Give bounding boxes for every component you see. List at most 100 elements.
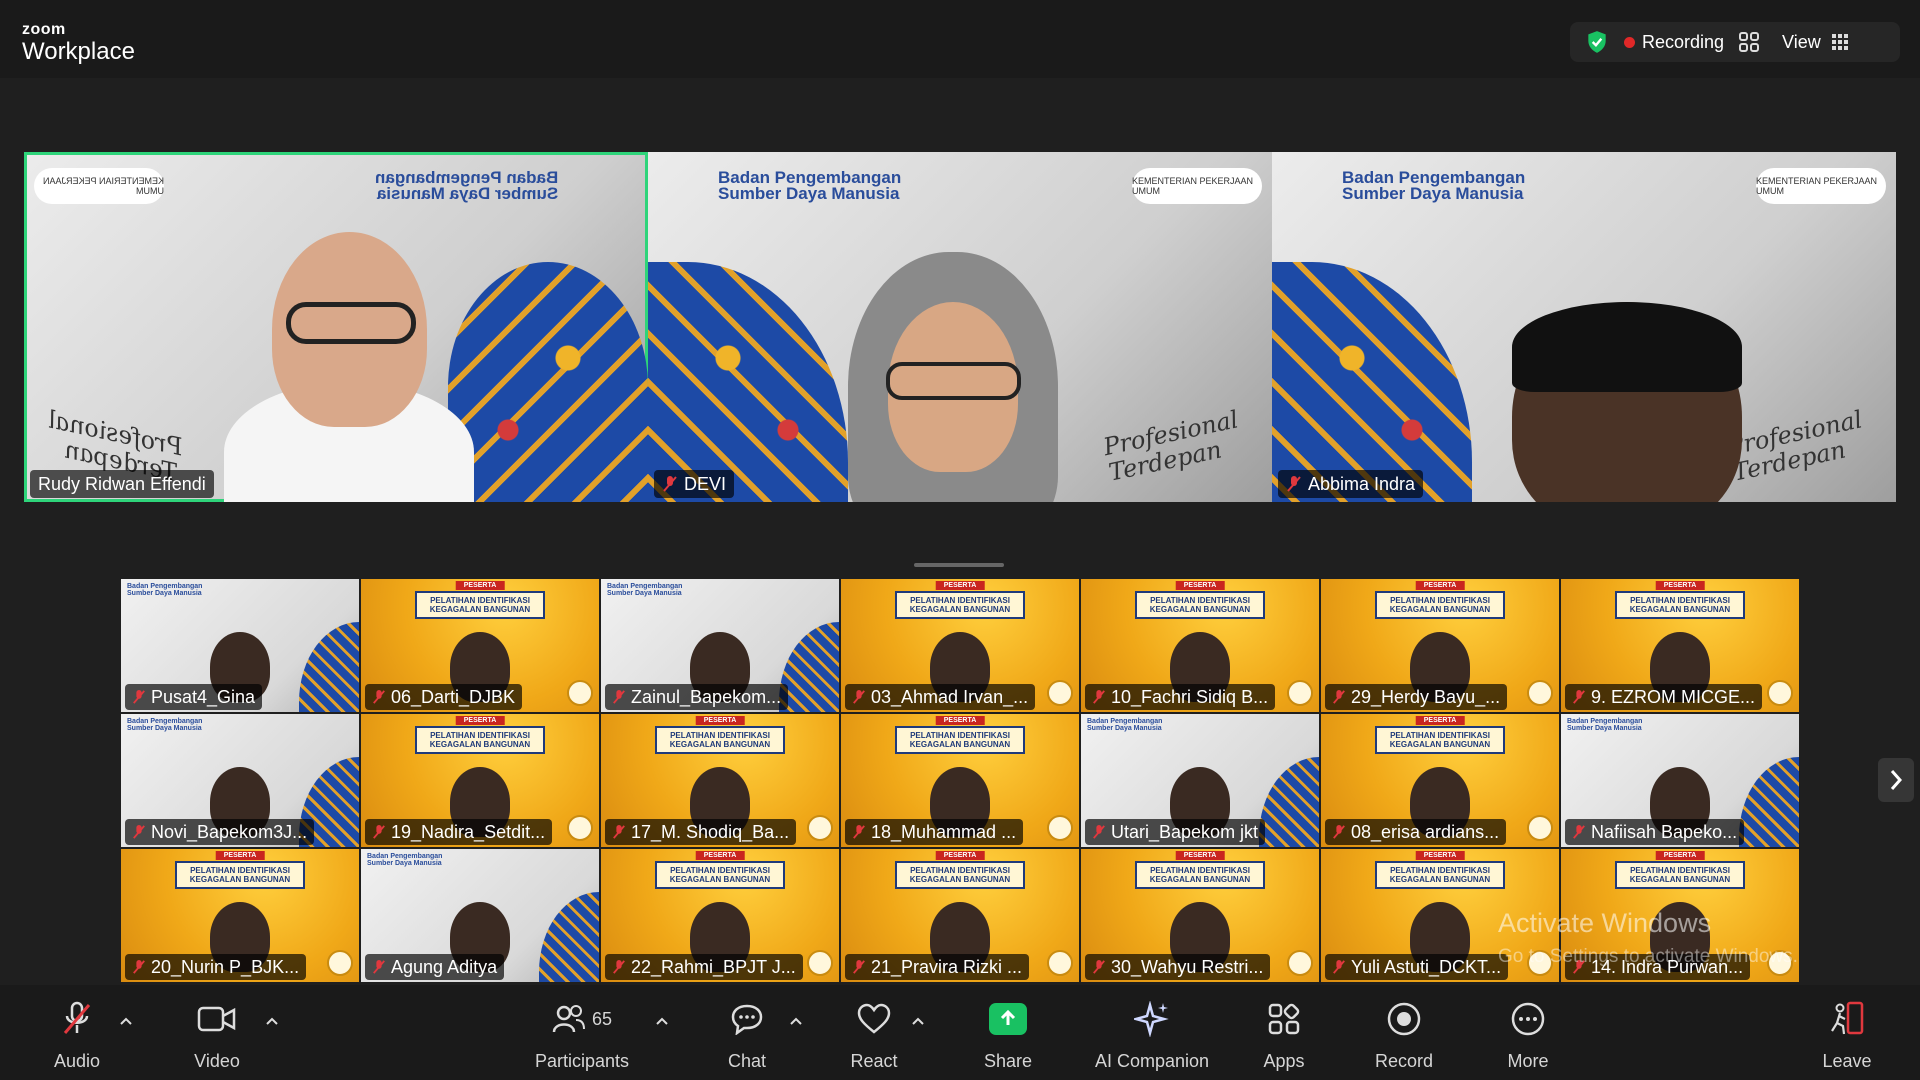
leave-button[interactable]: Leave	[1792, 999, 1902, 1072]
participant-tile[interactable]: PESERTA PELATIHAN IDENTIFIKASI KEGAGALAN B…	[1320, 578, 1560, 713]
audio-options-caret-icon[interactable]	[118, 1015, 134, 1027]
participant-tile[interactable]: Badan Pengembangan Sumber Daya Manusia Pus…	[120, 578, 360, 713]
banner-line1: PELATIHAN IDENTIFIKASI	[910, 866, 1010, 875]
banner-line2: KEGAGALAN BANGUNAN	[1389, 875, 1491, 884]
react-button[interactable]: React	[819, 999, 929, 1072]
participant-name-label: 17_M. Shodiq_Ba...	[605, 819, 797, 845]
zoom-workplace-logo: zoom Workplace	[22, 22, 135, 66]
ministry-seal-icon	[1047, 815, 1073, 841]
video-options-caret-icon[interactable]	[264, 1015, 280, 1027]
record-button[interactable]: Record	[1349, 999, 1459, 1072]
ministry-seal-icon	[807, 815, 833, 841]
apps-button[interactable]: Apps	[1229, 999, 1339, 1072]
chat-options-caret-icon[interactable]	[788, 1015, 804, 1027]
banner-line2: KEGAGALAN BANGUNAN	[909, 740, 1011, 749]
participant-tile[interactable]: Badan Pengembangan Sumber Daya Manusia Naf…	[1560, 713, 1800, 848]
participant-tile[interactable]: PESERTA PELATIHAN IDENTIFIKASI KEGAGALAN B…	[600, 848, 840, 983]
recording-indicator[interactable]: Recording	[1624, 32, 1724, 53]
participant-tile[interactable]: PESERTA PELATIHAN IDENTIFIKASI KEGAGALAN B…	[1080, 578, 1320, 713]
next-page-button[interactable]	[1878, 758, 1914, 802]
participant-tile[interactable]: Badan Pengembangan Sumber Daya Manusia Uta…	[1080, 713, 1320, 848]
participant-name-label: 10_Fachri Sidiq B...	[1085, 684, 1276, 710]
speaker-name: DEVI	[684, 473, 727, 494]
participants-options-caret-icon[interactable]	[654, 1015, 670, 1027]
participant-tile[interactable]: Badan Pengembangan Sumber Daya Manusia Nov…	[120, 713, 360, 848]
motto-signature: Profesional Terdepan	[1101, 405, 1246, 486]
peserta-tag: PESERTA	[935, 851, 985, 860]
participant-tile[interactable]: PESERTA PELATIHAN IDENTIFIKASI KEGAGALAN B…	[360, 713, 600, 848]
banner-line2: KEGAGALAN BANGUNAN	[1629, 605, 1731, 614]
mic-off-icon	[853, 960, 865, 974]
speaker-tile-1[interactable]: KEMENTERIAN PEKERJAAN UMUM Badan Pengemb…	[24, 152, 648, 502]
ai-companion-label: AI Companion	[1094, 1051, 1210, 1071]
participant-tile[interactable]: PESERTA PELATIHAN IDENTIFIKASI KEGAGALAN B…	[840, 713, 1080, 848]
participant-tile[interactable]: Badan Pengembangan Sumber Daya Manusia Agu…	[360, 848, 600, 983]
participant-tile[interactable]: PESERTA PELATIHAN IDENTIFIKASI KEGAGALAN B…	[120, 848, 360, 983]
participant-tile[interactable]: PESERTA PELATIHAN IDENTIFIKASI KEGAGALAN B…	[360, 578, 600, 713]
participant-name: Novi_Bapekom3J...	[151, 821, 308, 842]
peserta-tag: PESERTA	[935, 716, 985, 725]
participant-name: 08_erisa ardians...	[1351, 821, 1500, 842]
ministry-logo-text: KEMENTERIAN PEKERJAAN UMUM	[42, 176, 164, 196]
participant-name: 10_Fachri Sidiq B...	[1111, 686, 1269, 707]
meeting-toolbar: Audio Video 65 Participants Chat React S…	[0, 985, 1920, 1080]
org-line2: Sumber Daya Manusia	[1087, 725, 1162, 732]
chat-button[interactable]: Chat	[692, 999, 802, 1072]
participants-button[interactable]: 65 Participants	[527, 999, 637, 1072]
org-line2: Sumber Daya Manusia	[127, 590, 202, 597]
banner-line1: PELATIHAN IDENTIFIKASI	[1390, 731, 1490, 740]
react-label: React	[850, 1051, 898, 1071]
speaker-name-label: Abbima Indra	[1278, 470, 1424, 498]
speaker-tile-2[interactable]: Badan Pengembangan Sumber Daya Manusia K…	[648, 152, 1272, 502]
org-line2: Sumber Daya Manusia	[376, 184, 558, 203]
share-button[interactable]: Share	[953, 999, 1063, 1072]
banner-line2: KEGAGALAN BANGUNAN	[669, 875, 771, 884]
banner-line1: PELATIHAN IDENTIFIKASI	[430, 596, 530, 605]
participant-name-label: Novi_Bapekom3J...	[125, 819, 315, 845]
shield-check-icon[interactable]	[1584, 29, 1610, 55]
participant-name-label: Nafiisah Bapeko...	[1565, 819, 1745, 845]
ministry-seal-icon	[567, 815, 593, 841]
recording-label: Recording	[1642, 31, 1725, 52]
strip-resize-handle[interactable]	[914, 563, 1004, 567]
view-button[interactable]: View	[1782, 32, 1849, 53]
mic-off-icon	[853, 690, 865, 704]
participant-tile[interactable]: PESERTA PELATIHAN IDENTIFIKASI KEGAGALAN B…	[1080, 848, 1320, 983]
banner-line2: KEGAGALAN BANGUNAN	[429, 605, 531, 614]
participant-tile[interactable]: PESERTA PELATIHAN IDENTIFIKASI KEGAGALAN B…	[1320, 713, 1560, 848]
speaker-tile-3[interactable]: Badan Pengembangan Sumber Daya Manusia K…	[1272, 152, 1896, 502]
bpsdm-mini-logo: Badan Pengembangan Sumber Daya Manusia	[607, 583, 682, 597]
bpsdm-logo-text: Badan Pengembangan Sumber Daya Manusia	[375, 168, 558, 203]
participant-tile[interactable]: PESERTA PELATIHAN IDENTIFIKASI KEGAGALAN B…	[840, 578, 1080, 713]
participant-name-label: 18_Muhammad ...	[845, 819, 1024, 845]
participant-tile[interactable]: PESERTA PELATIHAN IDENTIFIKASI KEGAGALAN B…	[1560, 578, 1800, 713]
bpsdm-logo-text: Badan Pengembangan Sumber Daya Manusia	[1342, 169, 1525, 203]
org-line2: Sumber Daya Manusia	[1342, 184, 1524, 203]
banner-line2: KEGAGALAN BANGUNAN	[909, 605, 1011, 614]
org-line2: Sumber Daya Manusia	[127, 725, 202, 732]
react-options-caret-icon[interactable]	[910, 1015, 926, 1027]
video-button[interactable]: Video	[162, 999, 272, 1072]
glasses	[886, 362, 1021, 400]
participant-tile[interactable]: Badan Pengembangan Sumber Daya Manusia Zai…	[600, 578, 840, 713]
org-line2: Sumber Daya Manusia	[367, 860, 442, 867]
chat-icon	[731, 1004, 763, 1035]
batik-decoration	[448, 262, 648, 502]
participant-name-label: Yuli Astuti_DCKT...	[1325, 954, 1509, 980]
ministry-seal-icon	[1047, 950, 1073, 976]
participant-tile[interactable]: PESERTA PELATIHAN IDENTIFIKASI KEGAGALAN B…	[840, 848, 1080, 983]
view-label: View	[1782, 31, 1821, 52]
share-label: Share	[983, 1051, 1033, 1071]
more-button[interactable]: More	[1473, 999, 1583, 1072]
org-line1: Badan Pengembangan	[1087, 718, 1163, 725]
speaker-view-icon[interactable]	[1738, 31, 1760, 53]
participant-tile[interactable]: PESERTA PELATIHAN IDENTIFIKASI KEGAGALAN B…	[600, 713, 840, 848]
mic-off-icon	[133, 960, 145, 974]
participant-name: 19_Nadira_Setdit...	[391, 821, 546, 842]
banner-line2: KEGAGALAN BANGUNAN	[189, 875, 291, 884]
participant-name-label: Pusat4_Gina	[125, 684, 263, 710]
org-line2: Sumber Daya Manusia	[607, 590, 682, 597]
bpsdm-mini-logo: Badan Pengembangan Sumber Daya Manusia	[127, 718, 202, 732]
audio-button[interactable]: Audio	[22, 999, 132, 1072]
ai-companion-button[interactable]: AI Companion	[1082, 999, 1222, 1072]
